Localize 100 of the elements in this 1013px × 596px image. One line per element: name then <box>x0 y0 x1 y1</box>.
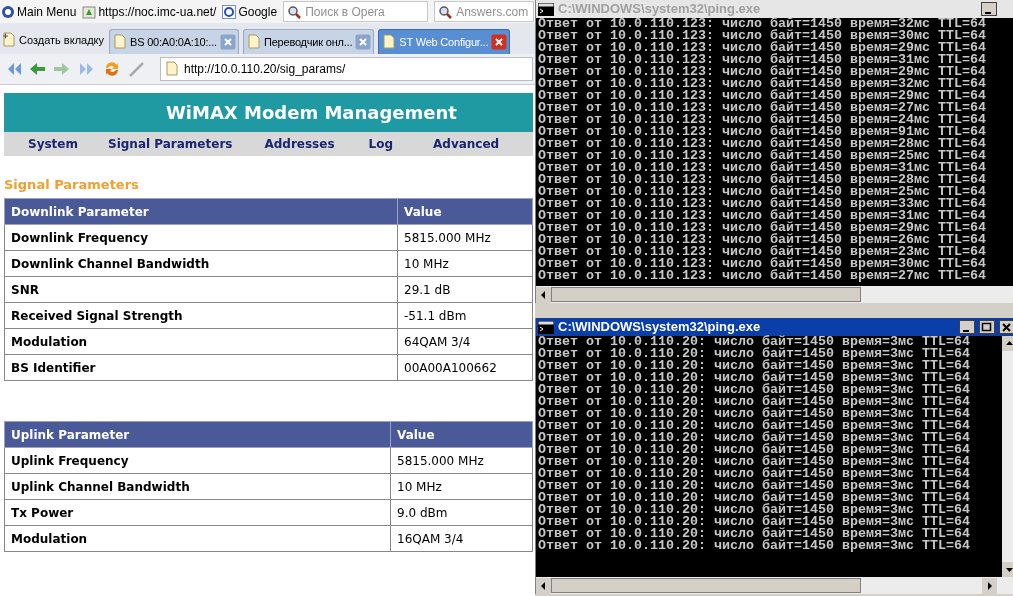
nav-link[interactable]: Advanced <box>433 135 500 153</box>
console-line: Ответ от 10.0.110.20: число байт=1450 время=3мс TTL=64 <box>538 528 971 540</box>
close-icon[interactable] <box>999 320 1013 334</box>
search-field[interactable]: Answers.com <box>456 2 531 21</box>
minimize-icon[interactable] <box>981 2 997 16</box>
page-icon <box>165 61 179 77</box>
down-arrow-icon[interactable] <box>1002 562 1013 577</box>
scroll-thumb[interactable] <box>551 578 861 593</box>
console-line: Ответ от 10.0.110.123: число байт=1450 время=26мс TTL=64 <box>538 234 987 246</box>
table-cell: SNR <box>4 276 398 303</box>
nav-link[interactable]: Log <box>368 135 394 153</box>
window-title: C:\WINDOWS\system32\ping.exe <box>558 318 762 336</box>
new-tab-button[interactable]: Создать вкладку <box>1 26 106 54</box>
console-line: Ответ от 10.0.110.123: число байт=1450 время=25мс TTL=64 <box>538 150 987 162</box>
console-line: Ответ от 10.0.110.123: число байт=1450 время=30мс TTL=64 <box>538 258 987 270</box>
table-cell: Tx Power <box>4 499 391 526</box>
page-icon <box>82 4 97 19</box>
table-cell: Uplink Frequency <box>4 447 391 474</box>
console-line: Ответ от 10.0.110.20: число байт=1450 время=3мс TTL=64 <box>538 408 971 420</box>
bookmark-link[interactable]: https://noc.imc-ua.net/ <box>82 2 217 21</box>
console-line: Ответ от 10.0.110.123: число байт=1450 время=33мс TTL=64 <box>538 198 987 210</box>
console-line: Ответ от 10.0.110.20: число байт=1450 время=3мс TTL=64 <box>538 516 971 528</box>
bookmark-link[interactable]: Main Menu <box>1 2 77 21</box>
horizontal-scrollbar[interactable] <box>536 577 1013 594</box>
table-cell: 00A00A100662 <box>397 354 533 381</box>
column-header: Downlink Parameter <box>4 198 398 225</box>
table-cell: Modulation <box>4 328 398 355</box>
table-cell: -51.1 dBm <box>397 302 533 329</box>
bookmark-link[interactable]: Google <box>222 2 278 21</box>
table-cell: Downlink Frequency <box>4 224 398 251</box>
table-cell: 10 MHz <box>390 473 533 500</box>
console-line: Ответ от 10.0.110.123: число байт=1450 время=27мс TTL=64 <box>538 102 987 114</box>
nav-link[interactable]: Addresses <box>264 135 335 153</box>
search-field[interactable]: Поиск в Opera <box>305 2 425 21</box>
console-line: Ответ от 10.0.110.20: число байт=1450 время=3мс TTL=64 <box>538 432 971 444</box>
column-header: Value <box>390 421 533 448</box>
console-line: Ответ от 10.0.110.123: число байт=1450 время=31мс TTL=64 <box>538 162 987 174</box>
search-field[interactable]: Answers.com <box>434 1 535 22</box>
console-line: Ответ от 10.0.110.20: число байт=1450 время=3мс TTL=64 <box>538 384 971 396</box>
console-line: Ответ от 10.0.110.123: число байт=1450 время=31мс TTL=64 <box>538 210 987 222</box>
search-field[interactable]: Поиск в Opera <box>283 1 429 22</box>
nav-link[interactable]: Signal Parameters <box>108 135 233 153</box>
address-field[interactable]: http://10.0.110.20/sig_params/ <box>160 57 533 81</box>
console-line: Ответ от 10.0.110.123: число байт=1450 время=28мс TTL=64 <box>538 138 987 150</box>
console-line: Ответ от 10.0.110.20: число байт=1450 время=3мс TTL=64 <box>538 468 971 480</box>
table-cell: Modulation <box>4 525 391 552</box>
console-line: Ответ от 10.0.110.123: число байт=1450 время=29мс TTL=64 <box>538 90 987 102</box>
window-title: C:\WINDOWS\system32\ping.exe <box>558 0 762 18</box>
console-line: Ответ от 10.0.110.123: число байт=1450 время=30мс TTL=64 <box>538 30 987 42</box>
table-cell: Uplink Channel Bandwidth <box>4 473 391 500</box>
console-line: Ответ от 10.0.110.123: число байт=1450 время=24мс TTL=64 <box>538 114 987 126</box>
column-header: Value <box>397 198 533 225</box>
page-icon <box>382 34 397 50</box>
console-line: Ответ от 10.0.110.123: число байт=1450 время=31мс TTL=64 <box>538 54 987 66</box>
browser-tab[interactable]: BS 00:A0:0A:10:... <box>109 29 239 54</box>
table-cell: 16QAM 3/4 <box>390 525 533 552</box>
console-line: Ответ от 10.0.110.123: число байт=1450 время=32мс TTL=64 <box>538 18 987 30</box>
scroll-thumb[interactable] <box>551 287 861 302</box>
console-line: Ответ от 10.0.110.20: число байт=1450 время=3мс TTL=64 <box>538 480 971 492</box>
vertical-scrollbar[interactable] <box>1002 336 1013 577</box>
console-line: Ответ от 10.0.110.123: число байт=1450 время=23мс TTL=64 <box>538 246 987 258</box>
console-line: Ответ от 10.0.110.123: число байт=1450 время=29мс TTL=64 <box>538 42 987 54</box>
page-icon <box>246 34 261 50</box>
console-line: Ответ от 10.0.110.20: число байт=1450 время=3мс TTL=64 <box>538 348 971 360</box>
nav-link[interactable]: System <box>28 135 78 153</box>
console-line: Ответ от 10.0.110.20: число байт=1450 время=3мс TTL=64 <box>538 396 971 408</box>
console-line: Ответ от 10.0.110.123: число байт=1450 время=27мс TTL=64 <box>538 270 987 282</box>
search-icon <box>287 4 302 19</box>
console-line: Ответ от 10.0.110.20: число байт=1450 время=3мс TTL=64 <box>538 444 971 456</box>
minimize-icon[interactable] <box>959 320 975 334</box>
wand-icon[interactable] <box>127 59 147 79</box>
section-heading: Signal Parameters <box>4 177 140 193</box>
table-cell: 5815.000 MHz <box>390 447 533 474</box>
console-line: Ответ от 10.0.110.20: число байт=1450 время=3мс TTL=64 <box>538 504 971 516</box>
console-line: Ответ от 10.0.110.20: число байт=1450 время=3мс TTL=64 <box>538 540 971 552</box>
column-header: Uplink Parameter <box>4 421 391 448</box>
console-line: Ответ от 10.0.110.20: число байт=1450 время=3мс TTL=64 <box>538 492 971 504</box>
console-line: Ответ от 10.0.110.123: число байт=1450 время=29мс TTL=64 <box>538 66 987 78</box>
browser-tab[interactable]: Переводчик онл... <box>242 29 375 54</box>
console-line: Ответ от 10.0.110.20: число байт=1450 время=3мс TTL=64 <box>538 456 971 468</box>
table-cell: Received Signal Strength <box>4 302 398 329</box>
table-cell: 9.0 dBm <box>390 499 533 526</box>
console-line: Ответ от 10.0.110.123: число байт=1450 время=25мс TTL=64 <box>538 186 987 198</box>
new-page-icon <box>2 32 16 48</box>
table-cell: BS Identifier <box>4 354 398 381</box>
console-line: Ответ от 10.0.110.20: число байт=1450 время=3мс TTL=64 <box>538 336 971 348</box>
console-line: Ответ от 10.0.110.20: число байт=1450 время=3мс TTL=64 <box>538 372 971 384</box>
page-title: WiMAX Modem Management <box>166 101 457 125</box>
console-line: Ответ от 10.0.110.123: число байт=1450 время=32мс TTL=64 <box>538 78 987 90</box>
table-cell: 29.1 dB <box>397 276 533 303</box>
maximize-icon[interactable] <box>979 320 995 334</box>
console-icon <box>538 320 554 334</box>
console-line: Ответ от 10.0.110.123: число байт=1450 время=91мс TTL=64 <box>538 126 987 138</box>
console-line: Ответ от 10.0.110.20: число байт=1450 время=3мс TTL=64 <box>538 420 971 432</box>
up-arrow-icon[interactable] <box>1002 336 1013 351</box>
table-cell: Downlink Channel Bandwidth <box>4 250 398 277</box>
horizontal-scrollbar[interactable] <box>536 286 1013 303</box>
page-icon <box>113 34 128 50</box>
table-cell: 64QAM 3/4 <box>397 328 533 355</box>
table-cell: 10 MHz <box>397 250 533 277</box>
